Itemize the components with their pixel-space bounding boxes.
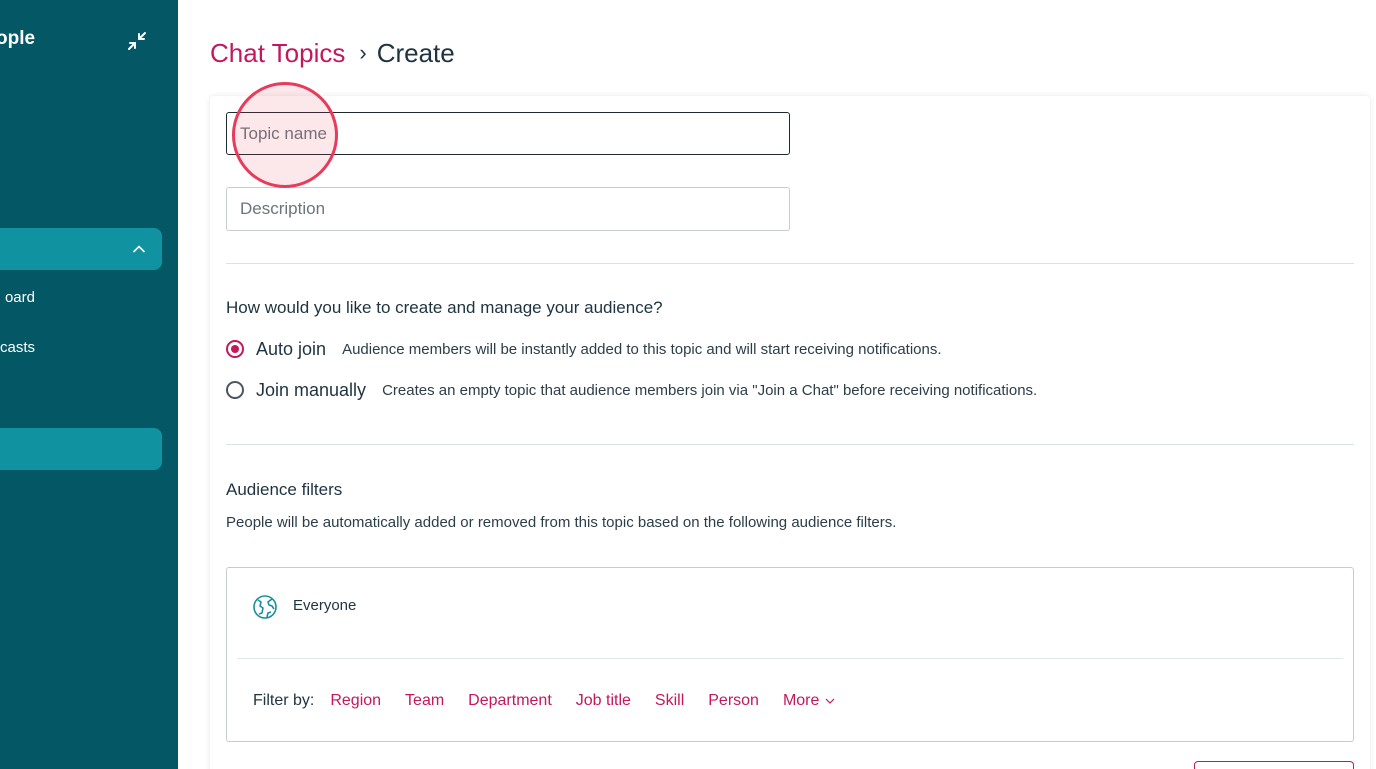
brand-name: ople bbox=[0, 28, 36, 49]
audience-filters-title: Audience filters bbox=[226, 480, 343, 499]
sidebar-item-label: oard bbox=[4, 289, 35, 306]
breadcrumb-chat-topics-link[interactable]: Chat Topics bbox=[210, 38, 345, 68]
filter-more-dropdown[interactable]: More bbox=[783, 692, 835, 710]
chevron-down-icon bbox=[825, 698, 835, 704]
filter-skill-link[interactable]: Skill bbox=[655, 692, 684, 710]
sidebar-item-5[interactable]: e bbox=[0, 477, 162, 519]
sidebar-item-7[interactable]: ts bbox=[0, 577, 162, 619]
filter-person-link[interactable]: Person bbox=[708, 692, 759, 710]
option-auto-join[interactable]: Auto join Audience members will be insta… bbox=[226, 337, 942, 361]
sidebar-item-6[interactable]: s bbox=[0, 527, 162, 569]
audience-filters-description: People will be automatically added or re… bbox=[226, 514, 897, 531]
sidebar-item-chat-topics[interactable]: s bbox=[0, 428, 162, 470]
breadcrumb: Chat Topics › Create bbox=[210, 38, 455, 69]
audience-question: How would you like to create and manage … bbox=[226, 298, 663, 317]
globe-icon bbox=[253, 595, 277, 619]
filter-more-label: More bbox=[782, 692, 820, 709]
filter-department-link[interactable]: Department bbox=[468, 692, 552, 710]
filter-by-label: Filter by: bbox=[253, 692, 315, 709]
filter-region-link[interactable]: Region bbox=[330, 692, 381, 710]
topic-name-input[interactable] bbox=[226, 112, 790, 155]
divider bbox=[226, 263, 1354, 264]
chevron-up-icon bbox=[133, 245, 145, 253]
page-title: Create bbox=[376, 38, 455, 68]
sidebar-item-settings[interactable]: gs bbox=[0, 627, 162, 669]
sidebar-group-toggle[interactable] bbox=[0, 228, 162, 270]
join-manually-description: Creates an empty topic that audience mem… bbox=[382, 381, 1038, 399]
breadcrumb-separator: › bbox=[359, 40, 367, 65]
filter-by-row: Filter by: Region Team Department Job ti… bbox=[253, 692, 835, 710]
option-join-manually[interactable]: Join manually Creates an empty topic tha… bbox=[226, 378, 1037, 402]
auto-join-radio[interactable] bbox=[226, 340, 244, 358]
collapse-icon[interactable] bbox=[125, 29, 149, 53]
divider bbox=[226, 444, 1354, 445]
sidebar-item-broadcasts[interactable]: casts bbox=[0, 327, 162, 369]
audience-filter-box: Everyone Filter by: Region Team Departme… bbox=[226, 567, 1354, 742]
sidebar-item-dashboard[interactable]: oard bbox=[0, 277, 162, 319]
divider bbox=[237, 658, 1343, 659]
auto-join-description: Audience members will be instantly added… bbox=[342, 340, 942, 358]
create-topic-card: How would you like to create and manage … bbox=[210, 96, 1370, 769]
description-input[interactable] bbox=[226, 187, 790, 231]
join-manually-label: Join manually bbox=[256, 379, 367, 400]
sidebar-item-label: casts bbox=[0, 339, 35, 356]
auto-join-label: Auto join bbox=[256, 338, 327, 359]
audience-everyone-label: Everyone bbox=[293, 597, 357, 614]
filter-job-title-link[interactable]: Job title bbox=[576, 692, 631, 710]
join-manually-radio[interactable] bbox=[226, 381, 244, 399]
filter-team-link[interactable]: Team bbox=[405, 692, 444, 710]
bottom-action-button[interactable] bbox=[1194, 761, 1354, 769]
sidebar: ople oard casts s e s ts gs bbox=[0, 0, 178, 769]
